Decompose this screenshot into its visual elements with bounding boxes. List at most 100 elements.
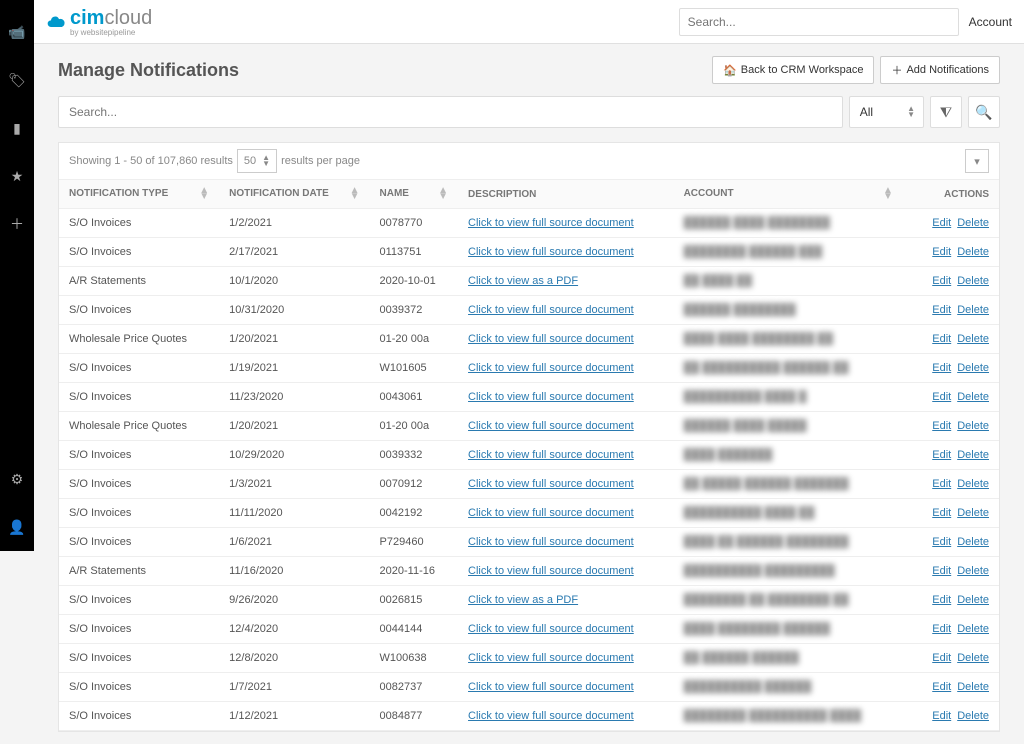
cell-name: 01-20 00a bbox=[370, 325, 459, 354]
sidebar-plus-icon[interactable]: ＋ bbox=[0, 200, 34, 248]
back-to-workspace-button[interactable]: 🏠 Back to CRM Workspace bbox=[712, 56, 874, 84]
cell-type: S/O Invoices bbox=[59, 586, 219, 615]
edit-link[interactable]: Edit bbox=[932, 536, 951, 548]
cell-name: 0026815 bbox=[370, 586, 459, 615]
delete-link[interactable]: Delete bbox=[957, 275, 989, 287]
edit-link[interactable]: Edit bbox=[932, 449, 951, 461]
add-notifications-label: Add Notifications bbox=[906, 64, 989, 76]
edit-link[interactable]: Edit bbox=[932, 565, 951, 577]
sidebar-gear-icon[interactable]: ⚙ bbox=[0, 455, 34, 503]
cell-description: Click to view as a PDF bbox=[458, 267, 674, 296]
table-overflow-button[interactable]: ▾ bbox=[965, 149, 989, 173]
edit-link[interactable]: Edit bbox=[932, 623, 951, 635]
view-source-link[interactable]: Click to view full source document bbox=[468, 420, 634, 432]
cell-actions: Edit Delete bbox=[903, 557, 999, 586]
sidebar-doc-icon[interactable]: ▮ bbox=[0, 104, 34, 152]
filter-button[interactable]: ⧨ bbox=[930, 96, 962, 128]
cell-date: 1/19/2021 bbox=[219, 354, 369, 383]
edit-link[interactable]: Edit bbox=[932, 710, 951, 722]
delete-link[interactable]: Delete bbox=[957, 594, 989, 606]
view-source-link[interactable]: Click to view full source document bbox=[468, 623, 634, 635]
delete-link[interactable]: Delete bbox=[957, 362, 989, 374]
view-source-link[interactable]: Click to view full source document bbox=[468, 507, 634, 519]
delete-link[interactable]: Delete bbox=[957, 391, 989, 403]
edit-link[interactable]: Edit bbox=[932, 246, 951, 258]
view-source-link[interactable]: Click to view as a PDF bbox=[468, 275, 578, 287]
chevron-updown-icon: ▲▼ bbox=[907, 106, 915, 118]
view-source-link[interactable]: Click to view full source document bbox=[468, 362, 634, 374]
back-to-workspace-label: Back to CRM Workspace bbox=[741, 64, 864, 76]
sidebar-video-icon[interactable]: 📹 bbox=[0, 8, 34, 56]
edit-link[interactable]: Edit bbox=[932, 507, 951, 519]
edit-link[interactable]: Edit bbox=[932, 391, 951, 403]
col-header-date[interactable]: NOTIFICATION DATE▲▼ bbox=[219, 180, 369, 209]
cell-name: 2020-10-01 bbox=[370, 267, 459, 296]
sidebar-star-icon[interactable]: ★ bbox=[0, 152, 34, 200]
edit-link[interactable]: Edit bbox=[932, 333, 951, 345]
funnel-icon: ⧨ bbox=[940, 104, 953, 121]
delete-link[interactable]: Delete bbox=[957, 652, 989, 664]
edit-link[interactable]: Edit bbox=[932, 304, 951, 316]
cell-actions: Edit Delete bbox=[903, 441, 999, 470]
edit-link[interactable]: Edit bbox=[932, 217, 951, 229]
delete-link[interactable]: Delete bbox=[957, 681, 989, 693]
view-source-link[interactable]: Click to view full source document bbox=[468, 652, 634, 664]
global-search-input[interactable] bbox=[679, 8, 959, 36]
delete-link[interactable]: Delete bbox=[957, 420, 989, 432]
cell-account: ████████ ██ ████████ ██ bbox=[674, 586, 903, 615]
delete-link[interactable]: Delete bbox=[957, 478, 989, 490]
edit-link[interactable]: Edit bbox=[932, 420, 951, 432]
col-header-account[interactable]: ACCOUNT▲▼ bbox=[674, 180, 903, 209]
col-header-name[interactable]: NAME▲▼ bbox=[370, 180, 459, 209]
brand-logo[interactable]: cimcloud by websitepipeline bbox=[46, 7, 152, 37]
search-button[interactable]: 🔍 bbox=[968, 96, 1000, 128]
view-source-link[interactable]: Click to view full source document bbox=[468, 217, 634, 229]
view-source-link[interactable]: Click to view full source document bbox=[468, 449, 634, 461]
view-source-link[interactable]: Click to view full source document bbox=[468, 246, 634, 258]
view-source-link[interactable]: Click to view full source document bbox=[468, 391, 634, 403]
view-source-link[interactable]: Click to view full source document bbox=[468, 304, 634, 316]
view-source-link[interactable]: Click to view as a PDF bbox=[468, 594, 578, 606]
delete-link[interactable]: Delete bbox=[957, 246, 989, 258]
delete-link[interactable]: Delete bbox=[957, 565, 989, 577]
cell-date: 1/20/2021 bbox=[219, 325, 369, 354]
sidebar-tag-icon[interactable]: 🏷 bbox=[0, 56, 34, 104]
delete-link[interactable]: Delete bbox=[957, 623, 989, 635]
per-page-select[interactable]: 50 ▲▼ bbox=[237, 149, 277, 173]
delete-link[interactable]: Delete bbox=[957, 333, 989, 345]
sidebar-user-icon[interactable]: 👤 bbox=[0, 503, 34, 551]
view-source-link[interactable]: Click to view full source document bbox=[468, 565, 634, 577]
edit-link[interactable]: Edit bbox=[932, 681, 951, 693]
delete-link[interactable]: Delete bbox=[957, 536, 989, 548]
cell-type: S/O Invoices bbox=[59, 615, 219, 644]
cell-actions: Edit Delete bbox=[903, 702, 999, 731]
delete-link[interactable]: Delete bbox=[957, 507, 989, 519]
col-header-description[interactable]: DESCRIPTION bbox=[458, 180, 674, 209]
account-link[interactable]: Account bbox=[969, 15, 1012, 29]
edit-link[interactable]: Edit bbox=[932, 652, 951, 664]
cell-type: S/O Invoices bbox=[59, 354, 219, 383]
view-source-link[interactable]: Click to view full source document bbox=[468, 681, 634, 693]
delete-link[interactable]: Delete bbox=[957, 449, 989, 461]
edit-link[interactable]: Edit bbox=[932, 362, 951, 374]
edit-link[interactable]: Edit bbox=[932, 594, 951, 606]
delete-link[interactable]: Delete bbox=[957, 710, 989, 722]
view-source-link[interactable]: Click to view full source document bbox=[468, 333, 634, 345]
delete-link[interactable]: Delete bbox=[957, 304, 989, 316]
chevron-down-icon: ▾ bbox=[974, 155, 980, 168]
table-search-input[interactable] bbox=[58, 96, 843, 128]
delete-link[interactable]: Delete bbox=[957, 217, 989, 229]
view-source-link[interactable]: Click to view full source document bbox=[468, 536, 634, 548]
topbar: cimcloud by websitepipeline Account bbox=[34, 0, 1024, 44]
view-source-link[interactable]: Click to view full source document bbox=[468, 478, 634, 490]
view-source-link[interactable]: Click to view full source document bbox=[468, 710, 634, 722]
cell-name: W101605 bbox=[370, 354, 459, 383]
edit-link[interactable]: Edit bbox=[932, 275, 951, 287]
edit-link[interactable]: Edit bbox=[932, 478, 951, 490]
cell-description: Click to view full source document bbox=[458, 412, 674, 441]
add-notifications-button[interactable]: ＋ Add Notifications bbox=[880, 56, 1000, 84]
col-header-type[interactable]: NOTIFICATION TYPE▲▼ bbox=[59, 180, 219, 209]
cell-name: 0084877 bbox=[370, 702, 459, 731]
table-row: S/O Invoices12/8/2020W100638Click to vie… bbox=[59, 644, 999, 673]
scope-filter-select[interactable]: All ▲▼ bbox=[849, 96, 924, 128]
